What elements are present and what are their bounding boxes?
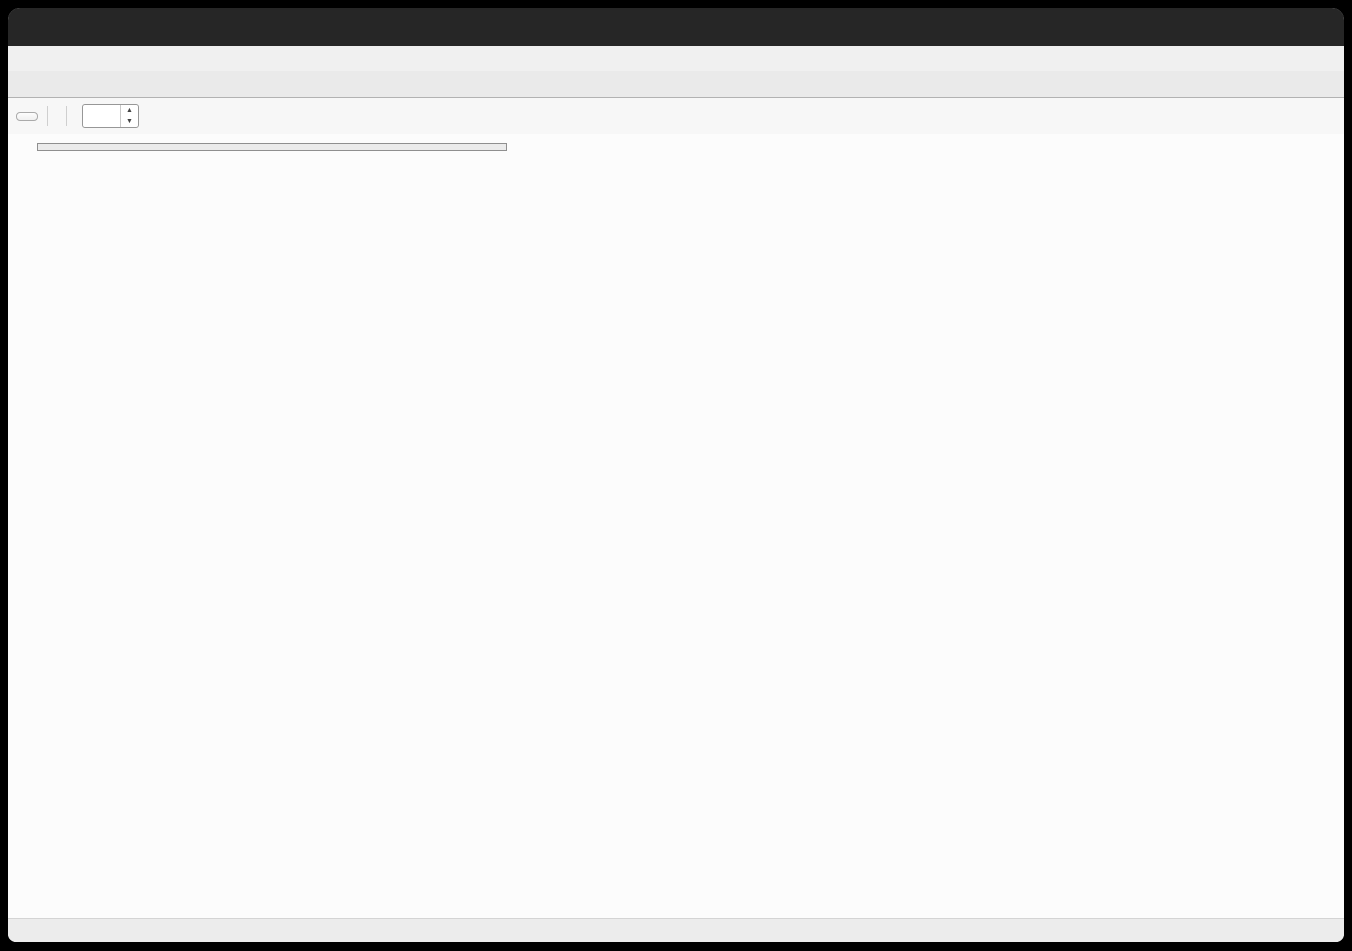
menu-bar	[8, 46, 1344, 71]
stacked-diagrams-value[interactable]	[83, 105, 120, 127]
toolbar-separator	[66, 106, 67, 126]
toolbar-separator	[47, 106, 48, 126]
chart-legend	[37, 143, 507, 151]
toolbar: ▲ ▼	[8, 98, 1344, 134]
chart-region	[8, 134, 1344, 918]
export-as-button[interactable]	[16, 112, 38, 121]
status-bar	[8, 918, 1344, 942]
tab-bar	[8, 71, 1344, 98]
memory-consumption-chart	[8, 134, 1344, 919]
heaptrack-window: ▲ ▼	[8, 8, 1344, 942]
stacked-diagrams-spinbox[interactable]: ▲ ▼	[82, 104, 139, 128]
title-bar	[8, 8, 1344, 46]
spin-up-button[interactable]: ▲	[121, 105, 138, 116]
spin-down-button[interactable]: ▼	[121, 116, 138, 127]
